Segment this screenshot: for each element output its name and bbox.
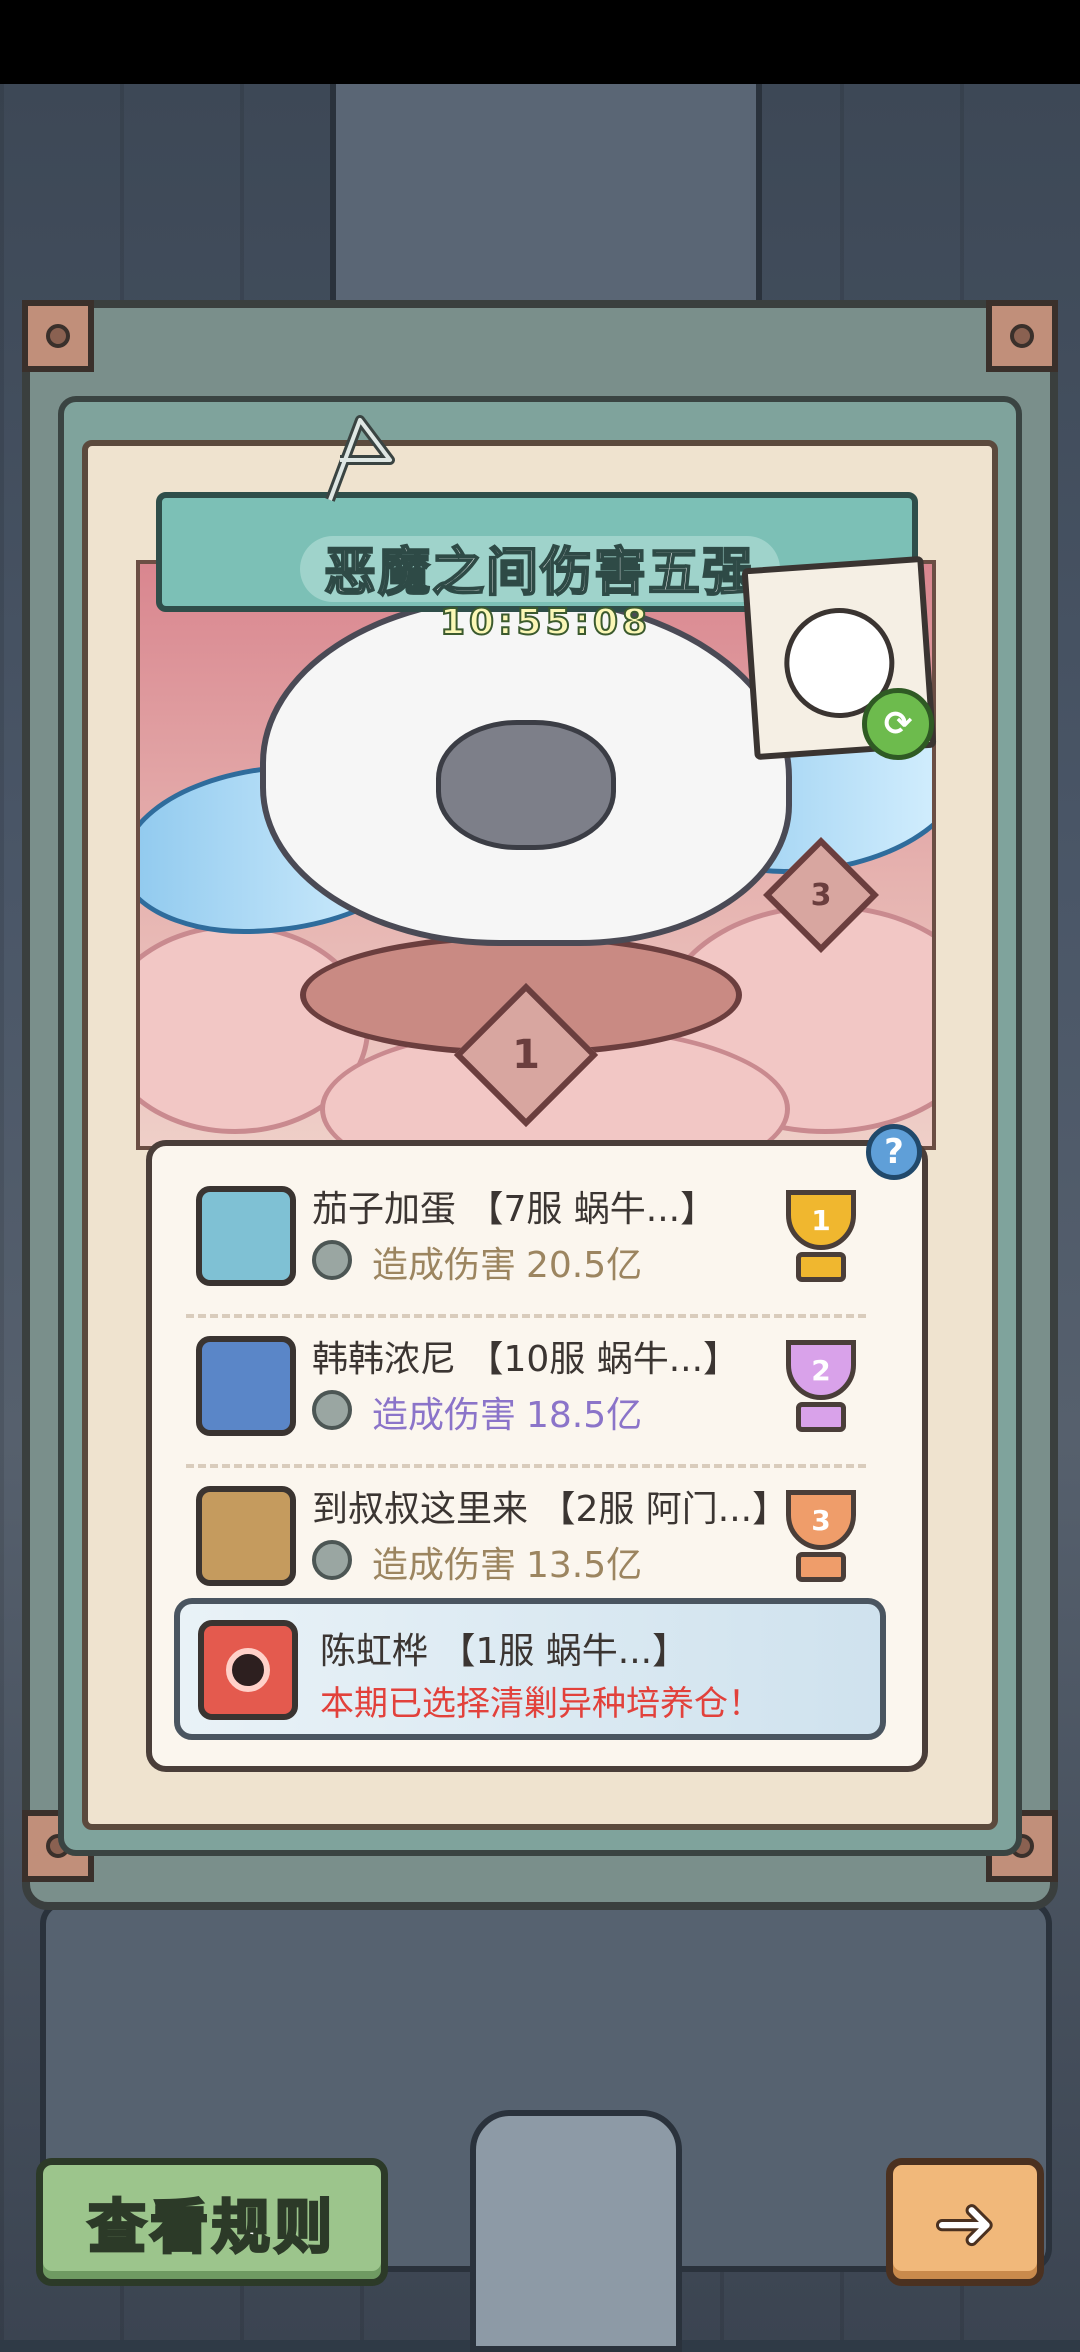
event-title: 恶魔之间伤害五强 — [323, 542, 756, 604]
trophy-cup: 3 — [786, 1490, 856, 1550]
damage-label: 造成伤害 — [372, 1545, 517, 1586]
help-button[interactable]: ? — [866, 1124, 922, 1180]
damage-label: 造成伤害 — [372, 1245, 517, 1286]
damage-icon — [312, 1240, 352, 1280]
player-name: 到叔叔这里来 【2服 阿门...】 — [312, 1489, 789, 1530]
damage-icon — [312, 1390, 352, 1430]
player-avatar — [196, 1186, 296, 1286]
view-rules-label: 查看规则 — [86, 2192, 336, 2263]
damage-value: 18.5亿 — [526, 1395, 643, 1436]
background-tank — [470, 2110, 682, 2352]
player-name: 茄子加蛋 【7服 蜗牛...】 — [312, 1189, 717, 1230]
player-avatar — [196, 1486, 296, 1586]
ranking-row[interactable]: 韩韩浓尼 【10服 蜗牛...】 造成伤害 18.5亿 2 — [186, 1326, 906, 1466]
paper-clip-icon — [325, 415, 395, 502]
next-button[interactable]: ➜ — [886, 2158, 1044, 2286]
refresh-icon: ⟳ — [883, 704, 913, 744]
arrow-right-icon: ➜ — [932, 2176, 999, 2268]
help-icon: ? — [884, 1132, 904, 1172]
trophy-base — [796, 1252, 846, 1282]
row-divider — [186, 1314, 866, 1318]
ceiling-panel — [330, 84, 762, 310]
damage-value: 13.5亿 — [526, 1545, 643, 1586]
trophy-rank: 3 — [811, 1503, 831, 1537]
damage-icon — [312, 1540, 352, 1580]
status-bar — [0, 0, 1080, 84]
gold-trophy-icon: 1 — [776, 1190, 866, 1290]
ranking-row[interactable]: 茄子加蛋 【7服 蜗牛...】 造成伤害 20.5亿 1 — [186, 1176, 906, 1316]
trophy-base — [796, 1552, 846, 1582]
boss-beast — [260, 594, 792, 946]
player-avatar — [196, 1336, 296, 1436]
view-rules-button[interactable]: 查看规则 — [36, 2158, 388, 2286]
damage-label: 造成伤害 — [372, 1395, 517, 1436]
trophy-rank: 1 — [811, 1203, 831, 1237]
trophy-cup: 2 — [786, 1340, 856, 1400]
countdown-timer: 10:55:08 — [439, 601, 652, 644]
self-avatar — [198, 1620, 298, 1720]
frame-corner — [22, 300, 94, 372]
player-name: 韩韩浓尼 【10服 蜗牛...】 — [312, 1339, 740, 1380]
ranking-row[interactable]: 到叔叔这里来 【2服 阿门...】 造成伤害 13.5亿 3 — [186, 1476, 906, 1616]
self-player-name: 陈虹桦 【1服 蜗牛...】 — [320, 1631, 689, 1672]
row-divider — [186, 1464, 866, 1468]
self-status-text: 本期已选择清剿异种培养仓！ — [320, 1684, 762, 1724]
boss-face — [436, 720, 616, 850]
self-ranking-row[interactable]: 陈虹桦 【1服 蜗牛...】 本期已选择清剿异种培养仓！ — [174, 1598, 886, 1740]
trophy-rank: 2 — [811, 1353, 831, 1387]
silver-trophy-icon: 2 — [776, 1340, 866, 1440]
trophy-cup: 1 — [786, 1190, 856, 1250]
rank1-label: 1 — [512, 1032, 540, 1078]
refresh-button[interactable]: ⟳ — [862, 688, 934, 760]
trophy-base — [796, 1402, 846, 1432]
rank3-label: 3 — [810, 877, 832, 913]
frame-corner — [986, 300, 1058, 372]
damage-value: 20.5亿 — [526, 1245, 643, 1286]
bronze-trophy-icon: 3 — [776, 1490, 866, 1590]
